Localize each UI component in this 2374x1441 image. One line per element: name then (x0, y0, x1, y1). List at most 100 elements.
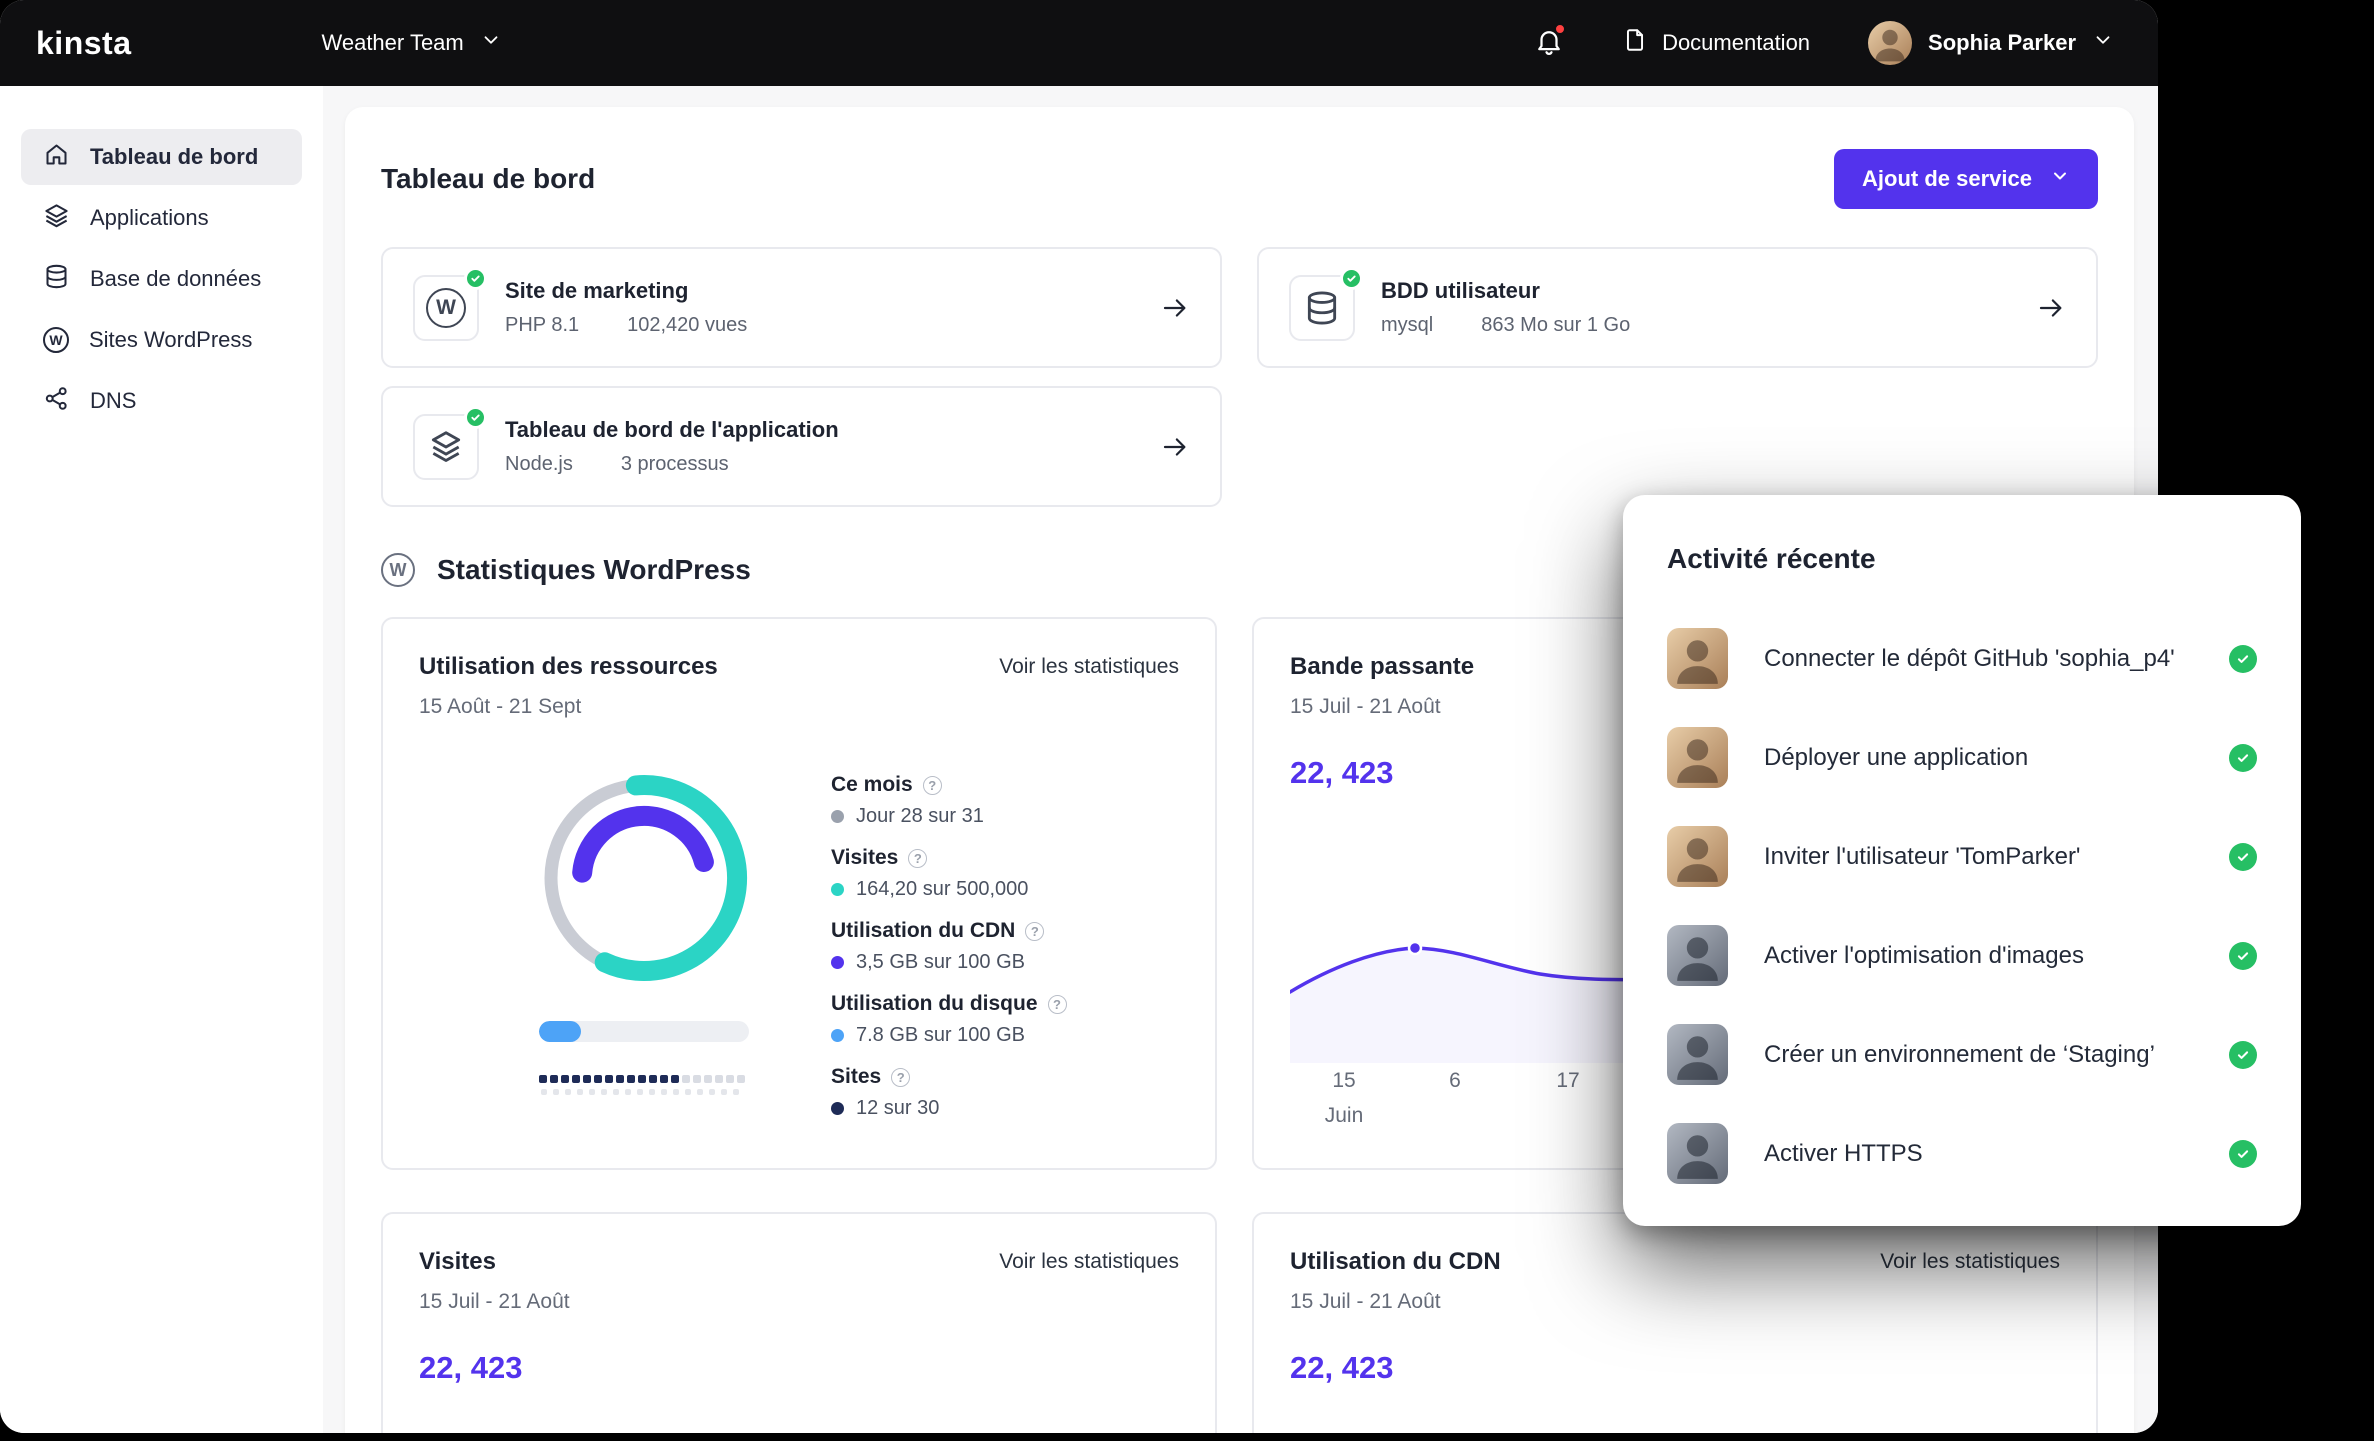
kinsta-logo: kinsta (36, 25, 131, 62)
legend-dot (831, 956, 844, 969)
sidebar-item-wordpress-sites[interactable]: W Sites WordPress (21, 312, 302, 368)
help-icon[interactable]: ? (1025, 922, 1044, 941)
service-stat: 863 Mo sur 1 Go (1481, 314, 1630, 337)
view-stats-link[interactable]: Voir les statistiques (999, 1250, 1179, 1274)
card-title: Visites (419, 1248, 496, 1276)
service-info: Site de marketing PHP 8.1 102,420 vues (505, 278, 747, 337)
legend-item: Utilisation du CDN? 3,5 GB sur 100 GB (831, 919, 1067, 974)
sidebar: Tableau de bord Applications Base de don… (0, 86, 323, 1433)
service-info: Tableau de bord de l'application Node.js… (505, 417, 839, 476)
sites-usage-dots-secondary (539, 1089, 749, 1095)
legend-item: Ce mois? Jour 28 sur 31 (831, 773, 1067, 828)
team-selector[interactable]: Weather Team (321, 29, 501, 57)
check-badge (2229, 1041, 2257, 1069)
status-ok-badge (464, 267, 487, 290)
sidebar-item-label: DNS (90, 388, 136, 414)
cdn-card: Utilisation du CDN Voir les statistiques… (1252, 1212, 2098, 1433)
sidebar-item-label: Sites WordPress (89, 327, 252, 353)
service-name: Tableau de bord de l'application (505, 417, 839, 443)
user-name: Sophia Parker (1928, 30, 2076, 56)
service-name: BDD utilisateur (1381, 278, 1630, 304)
card-title: Utilisation du CDN (1290, 1248, 1501, 1276)
x-tick: 15 (1332, 1069, 1355, 1093)
resources-donut-chart (539, 773, 749, 1138)
service-runtime: Node.js (505, 453, 573, 476)
home-icon (43, 141, 70, 174)
disk-progress-bar (539, 1021, 749, 1042)
check-badge (2229, 843, 2257, 871)
chevron-down-icon (480, 29, 502, 57)
view-stats-link[interactable]: Voir les statistiques (999, 655, 1179, 679)
service-card-app-dashboard[interactable]: Tableau de bord de l'application Node.js… (381, 386, 1222, 507)
x-tick: 6 (1449, 1069, 1461, 1093)
help-icon[interactable]: ? (923, 776, 942, 795)
card-title: Utilisation des ressources (419, 653, 718, 681)
help-icon[interactable]: ? (891, 1068, 910, 1087)
legend-value: 164,20 sur 500,000 (856, 878, 1028, 901)
section-title: Statistiques WordPress (437, 554, 751, 586)
chevron-down-icon (2050, 166, 2070, 192)
documentation-link[interactable]: Documentation (1622, 27, 1810, 59)
service-card-marketing-site[interactable]: W Site de marketing PHP 8.1 102,420 vues (381, 247, 1222, 368)
avatar (1667, 1123, 1728, 1184)
help-icon[interactable]: ? (1048, 995, 1067, 1014)
wordpress-icon: W (43, 327, 69, 353)
service-runtime: PHP 8.1 (505, 314, 579, 337)
team-name: Weather Team (321, 30, 463, 56)
visits-value: 22, 423 (419, 1350, 1179, 1386)
legend-label: Sites (831, 1065, 881, 1089)
sidebar-item-dns[interactable]: DNS (21, 373, 302, 429)
sidebar-item-label: Tableau de bord (90, 144, 258, 170)
notification-dot (1554, 23, 1566, 35)
check-badge (2229, 942, 2257, 970)
legend-dot (831, 883, 844, 896)
legend-item: Visites? 164,20 sur 500,000 (831, 846, 1067, 901)
status-ok-badge (1340, 267, 1363, 290)
check-badge (2229, 645, 2257, 673)
user-menu[interactable]: Sophia Parker (1868, 21, 2114, 65)
help-icon[interactable]: ? (908, 849, 927, 868)
topbar-actions: Documentation Sophia Parker (1534, 21, 2114, 65)
activity-item: Connecter le dépôt GitHub 'sophia_p4' (1667, 609, 2257, 708)
sites-usage-dots (539, 1075, 749, 1083)
sidebar-item-applications[interactable]: Applications (21, 190, 302, 246)
cdn-value: 22, 423 (1290, 1350, 2060, 1386)
activity-title: Activité récente (1667, 543, 2257, 575)
sidebar-item-databases[interactable]: Base de données (21, 251, 302, 307)
avatar (1667, 727, 1728, 788)
layers-icon (43, 202, 70, 235)
sidebar-item-label: Applications (90, 205, 209, 231)
wordpress-icon: W (381, 553, 415, 587)
chevron-down-icon (2092, 29, 2114, 57)
x-tick: 17 (1556, 1069, 1579, 1093)
avatar (1667, 925, 1728, 986)
legend-dot (831, 1029, 844, 1042)
sidebar-item-dashboard[interactable]: Tableau de bord (21, 129, 302, 185)
visits-card: Visites Voir les statistiques 15 Juil - … (381, 1212, 1217, 1433)
resources-legend: Ce mois? Jour 28 sur 31 Visites? 164,20 … (831, 773, 1067, 1138)
documentation-label: Documentation (1662, 30, 1810, 56)
legend-value: 3,5 GB sur 100 GB (856, 951, 1025, 974)
activity-text: Déployer une application (1764, 744, 2028, 772)
activity-text: Activer l'optimisation d'images (1764, 942, 2084, 970)
notifications-button[interactable] (1534, 26, 1564, 61)
legend-value: 7.8 GB sur 100 GB (856, 1024, 1025, 1047)
check-badge (2229, 1140, 2257, 1168)
add-service-label: Ajout de service (1862, 166, 2032, 192)
service-info: BDD utilisateur mysql 863 Mo sur 1 Go (1381, 278, 1630, 337)
arrow-right-icon (1160, 293, 1190, 323)
network-icon (43, 385, 70, 418)
legend-label: Utilisation du disque (831, 992, 1038, 1016)
legend-label: Ce mois (831, 773, 913, 797)
add-service-button[interactable]: Ajout de service (1834, 149, 2098, 209)
sidebar-item-label: Base de données (90, 266, 261, 292)
avatar (1667, 628, 1728, 689)
wordpress-icon: W (413, 275, 479, 341)
date-range: 15 Juil - 21 Août (1290, 1290, 2060, 1314)
service-name: Site de marketing (505, 278, 747, 304)
activity-item: Déployer une application (1667, 708, 2257, 807)
legend-dot (831, 1102, 844, 1115)
view-stats-link[interactable]: Voir les statistiques (1880, 1250, 2060, 1274)
service-card-user-db[interactable]: BDD utilisateur mysql 863 Mo sur 1 Go (1257, 247, 2098, 368)
service-cards: W Site de marketing PHP 8.1 102,420 vues (381, 247, 2098, 507)
